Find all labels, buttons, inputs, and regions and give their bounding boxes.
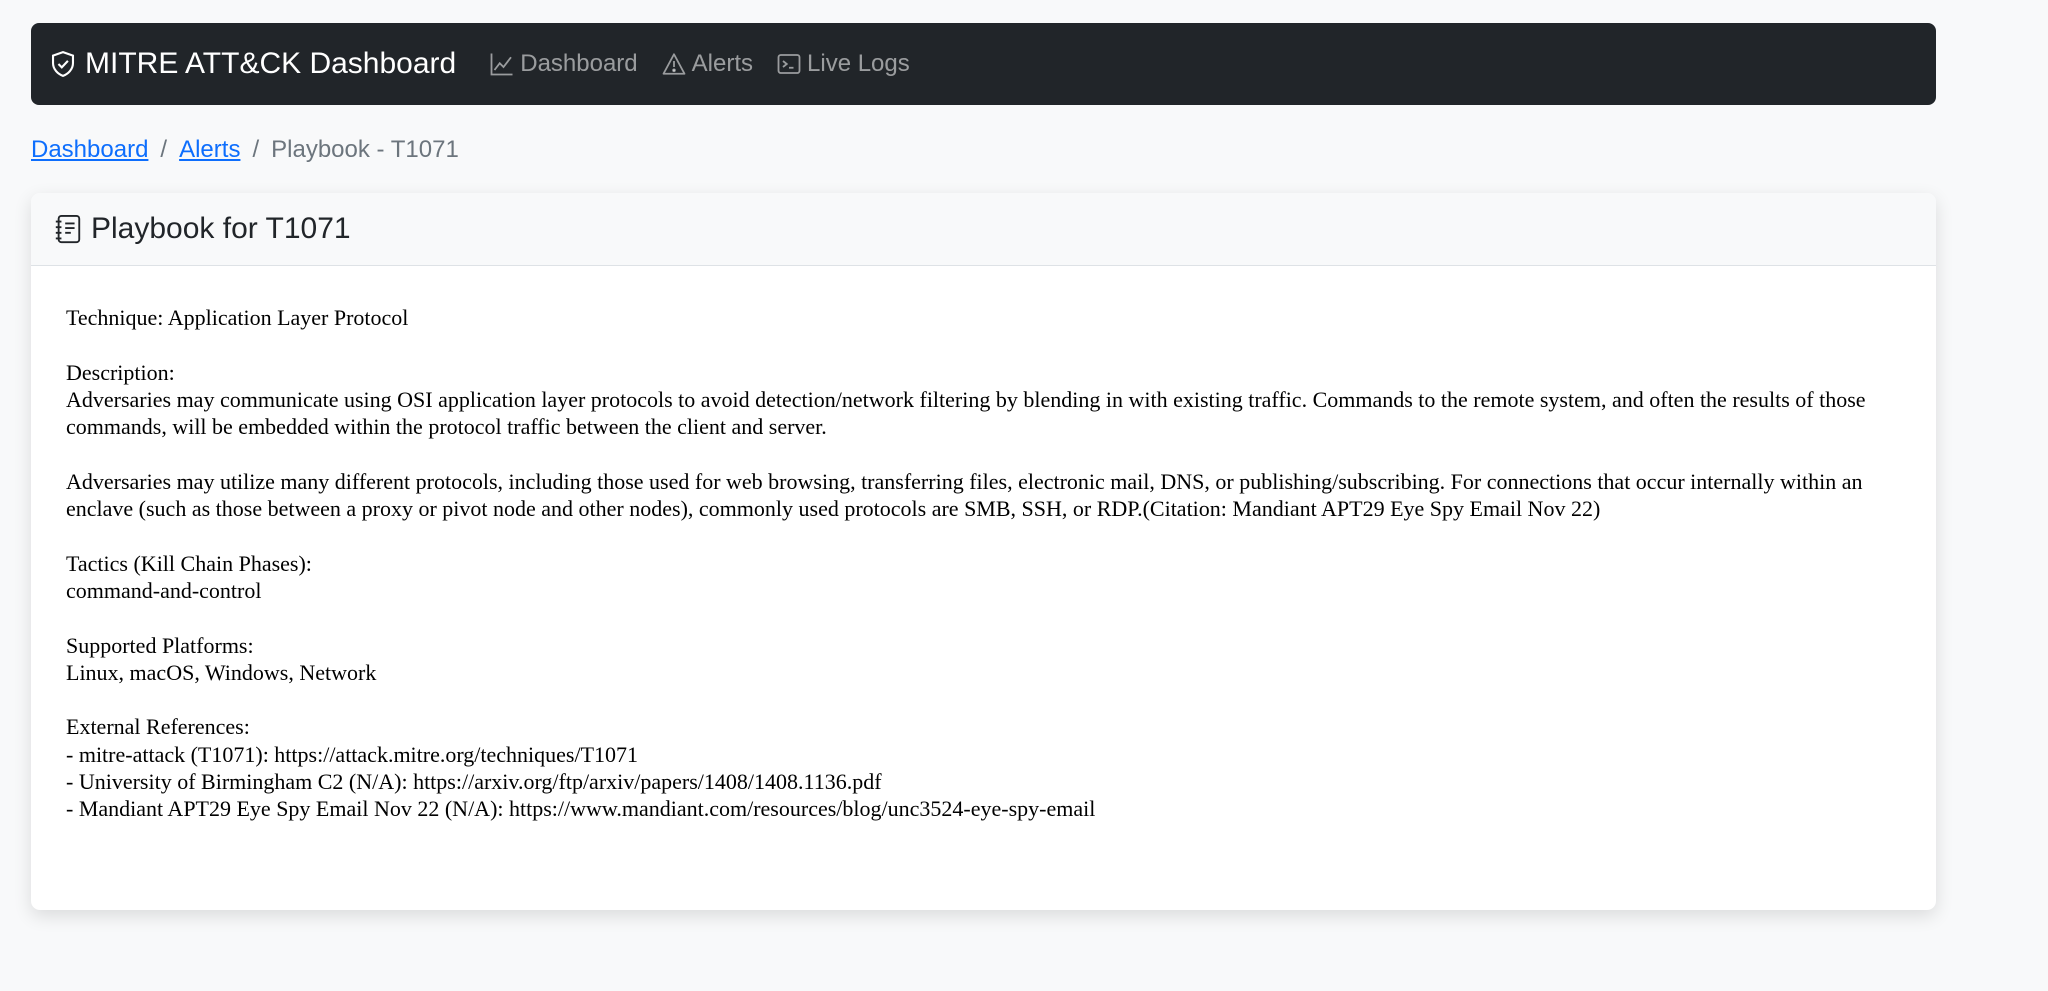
breadcrumb-dashboard[interactable]: Dashboard (31, 136, 148, 164)
card-header: Playbook for T1071 (31, 193, 1936, 266)
chart-line-icon (490, 53, 513, 76)
platforms-value: Linux, macOS, Windows, Network (66, 659, 377, 685)
platforms-label: Supported Platforms: (66, 632, 254, 658)
breadcrumb-separator: / (160, 136, 168, 163)
reference-item: - mitre-attack (T1071): https://attack.m… (66, 741, 639, 767)
description-paragraph-2: Adversaries may utilize many different p… (66, 468, 1863, 522)
description-label: Description: (66, 359, 175, 385)
playbook-content: Technique: Application Layer Protocol De… (31, 266, 1936, 823)
nav-alerts[interactable]: Alerts (662, 50, 753, 78)
nav-dashboard-label: Dashboard (520, 50, 638, 77)
description-paragraph-1: Adversaries may communicate using OSI ap… (66, 386, 1866, 440)
tactics-value: command-and-control (66, 577, 262, 603)
nav-live-logs[interactable]: Live Logs (777, 50, 910, 78)
brand-link[interactable]: MITRE ATT&CK Dashboard (49, 47, 456, 81)
breadcrumb-separator: / (252, 136, 260, 163)
journal-text-icon (55, 214, 81, 244)
tactics-label: Tactics (Kill Chain Phases): (66, 550, 312, 576)
references-label: External References: (66, 714, 250, 740)
warning-triangle-icon (662, 53, 686, 75)
breadcrumb: Dashboard / Alerts / Playbook - T1071 (31, 136, 459, 164)
technique-line: Technique: Application Layer Protocol (66, 305, 409, 330)
breadcrumb-alerts[interactable]: Alerts (179, 136, 240, 164)
nav-alerts-label: Alerts (691, 50, 754, 77)
brand-label: MITRE ATT&CK Dashboard (85, 47, 457, 80)
breadcrumb-current: Playbook - T1071 (271, 136, 459, 163)
reference-item: - University of Birmingham C2 (N/A): htt… (66, 769, 882, 795)
terminal-icon (777, 54, 801, 74)
nav-dashboard[interactable]: Dashboard (490, 50, 638, 78)
nav-live-logs-label: Live Logs (807, 50, 910, 77)
card-title: Playbook for T1071 (91, 212, 351, 245)
shield-check-icon (51, 50, 75, 78)
top-navbar: MITRE ATT&CK Dashboard Dashboard Alerts … (31, 23, 1936, 105)
playbook-card: Playbook for T1071 Technique: Applicatio… (31, 193, 1936, 910)
reference-item: - Mandiant APT29 Eye Spy Email Nov 22 (N… (66, 796, 1096, 822)
